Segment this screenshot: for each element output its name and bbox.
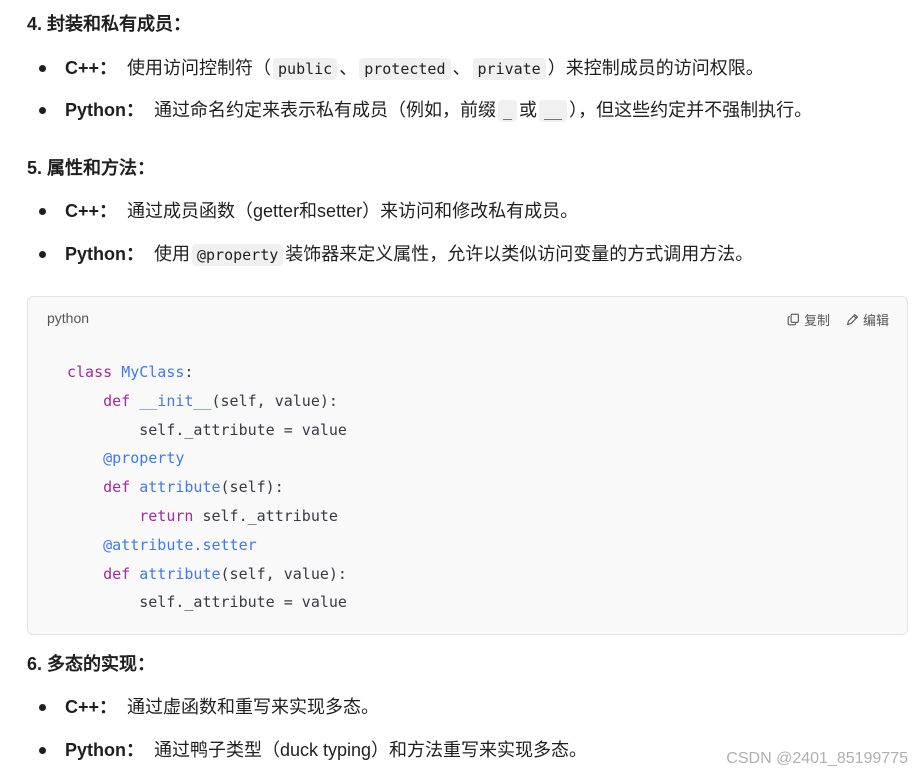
list-text: ）来控制成员的访问权限。 <box>547 58 764 78</box>
copy-button[interactable]: 复制 <box>787 310 830 329</box>
code-block: python 复制 编辑 class MyClass: def __init__… <box>27 296 908 635</box>
inline-code: public <box>273 58 338 80</box>
list-text: 装饰器来定义属性，允许以类似访问变量的方式调用方法。 <box>285 244 754 264</box>
code-keyword: def <box>103 391 131 410</box>
lang-label: Python： <box>65 100 144 120</box>
list-text: 使用 <box>154 244 190 264</box>
lang-label: C++： <box>65 697 118 717</box>
copy-icon <box>787 313 799 326</box>
bullet-dot <box>39 208 46 215</box>
list-text: 通过命名约定来表示私有成员（例如，前缀 <box>154 100 496 120</box>
code-keyword: return <box>139 506 194 525</box>
inline-code: @property <box>192 244 284 266</box>
code-language: python <box>47 310 90 326</box>
bullet-dot <box>39 251 46 258</box>
code-keyword: def <box>103 478 131 497</box>
list-text: 或 <box>519 100 538 120</box>
list-text: 通过成员函数（getter和setter）来访问和修改私有成员。 <box>127 201 579 221</box>
edit-button[interactable]: 编辑 <box>846 310 889 329</box>
inline-code: private <box>472 58 546 80</box>
bullet-dot <box>39 704 46 711</box>
lang-label: C++： <box>65 58 118 78</box>
code-function-name: attribute <box>139 564 221 583</box>
list-text: 通过鸭子类型（duck typing）和方法重写来实现多态。 <box>154 740 588 760</box>
code-content: class MyClass: def __init__(self, value)… <box>67 363 347 612</box>
code-keyword: def <box>103 564 131 583</box>
list-text: 、 <box>339 58 358 78</box>
code-class-name: MyClass <box>121 363 185 381</box>
copy-label: 复制 <box>803 313 830 328</box>
watermark: CSDN @2401_85199775 <box>726 750 908 767</box>
list-text: ），但这些约定并不强制执行。 <box>569 100 813 120</box>
code-keyword: class <box>67 363 113 381</box>
bullet-dot <box>39 107 46 114</box>
section-4-heading: 4. 封装和私有成员： <box>27 14 192 34</box>
lang-label: Python： <box>65 244 144 264</box>
list-text: 、 <box>452 58 471 78</box>
code-function-name: __init__ <box>139 391 212 410</box>
edit-label: 编辑 <box>862 313 889 328</box>
inline-code: __ <box>539 100 568 122</box>
edit-icon <box>846 313 859 326</box>
lang-label: C++： <box>65 201 118 221</box>
inline-code: protected <box>359 58 451 80</box>
code-function-name: attribute <box>139 478 221 497</box>
list-text: 通过虚函数和重写来实现多态。 <box>127 697 380 717</box>
section-6-heading: 6. 多态的实现： <box>27 654 156 674</box>
bullet-dot <box>39 65 46 72</box>
lang-label: Python： <box>65 740 144 760</box>
bullet-dot <box>39 747 46 754</box>
code-decorator: @property <box>103 449 185 468</box>
code-actions: 复制 编辑 <box>787 310 889 329</box>
code-decorator: @attribute.setter <box>103 535 257 554</box>
section-5-heading: 5. 属性和方法： <box>27 158 156 178</box>
list-text: 使用访问控制符（ <box>127 58 272 78</box>
inline-code: _ <box>498 100 518 122</box>
